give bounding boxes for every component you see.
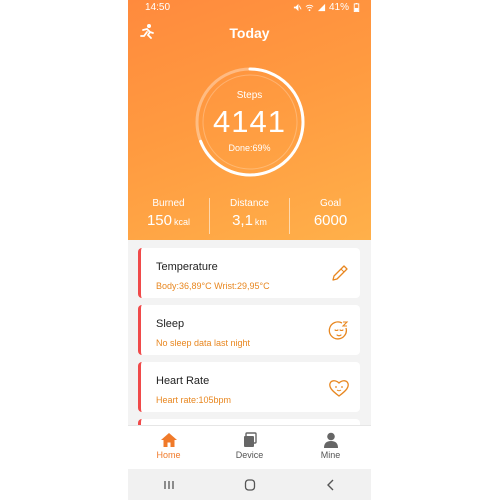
nav-home[interactable]: Home [128, 426, 209, 470]
status-icons: 41% [293, 2, 361, 13]
stat-label: Distance [230, 198, 269, 209]
recent-apps-icon[interactable] [161, 478, 177, 492]
wifi-icon [305, 4, 314, 12]
heart-icon [329, 380, 349, 397]
card-title: Heart Rate [156, 375, 210, 387]
nav-label: Mine [320, 450, 341, 460]
nav-mine[interactable]: Mine [290, 426, 371, 470]
card-subtitle: Heart rate:105bpm [156, 395, 232, 405]
system-nav-bar [128, 469, 371, 500]
nav-device[interactable]: Device [209, 426, 290, 470]
summary-header: 14:50 41% Today Steps 4141 Done:69% Burn… [128, 0, 371, 240]
card-subtitle: Body:36,89°C Wrist:29,95°C [156, 281, 270, 291]
status-time: 14:50 [145, 2, 171, 13]
mute-icon [293, 3, 302, 12]
stat-distance: Distance 3,1 km [209, 198, 290, 234]
stats-row: Burned 150 kcal Distance 3,1 km Goal 6000 [128, 198, 371, 234]
person-icon [323, 432, 338, 448]
stat-value: 6000 [313, 212, 348, 229]
home-button-icon[interactable] [242, 478, 258, 492]
bottom-nav: Home Device Mine [128, 425, 371, 470]
device-icon [243, 432, 257, 447]
card-subtitle: No sleep data last night [156, 338, 251, 348]
stat-unit: km [254, 217, 267, 227]
phone-screen: 14:50 41% Today Steps 4141 Done:69% Burn… [128, 0, 371, 500]
card-title: Sleep [156, 318, 185, 330]
stat-value: 3,1 [232, 212, 253, 229]
back-icon[interactable] [323, 478, 339, 492]
stat-label: Goal [319, 198, 342, 209]
steps-label: Steps [236, 90, 263, 101]
steps-value: 4141 [213, 104, 286, 139]
nav-label: Home [156, 450, 181, 460]
stat-unit: kcal [174, 217, 191, 227]
card-title: Temperature [156, 261, 218, 273]
stat-label: Burned [152, 198, 185, 209]
stat-burned: Burned 150 kcal [128, 198, 209, 234]
heart-rate-card[interactable]: Heart Rate Heart rate:105bpm [138, 362, 360, 412]
stat-value: 150 [146, 212, 172, 229]
nav-label: Device [235, 450, 264, 460]
page-title: Today [229, 25, 270, 41]
status-bar: 14:50 41% [128, 0, 371, 16]
divider [209, 198, 210, 234]
sleep-card[interactable]: Sleep No sleep data last night [138, 305, 360, 355]
steps-done: Done:69% [228, 143, 271, 153]
battery-icon [353, 3, 360, 12]
battery-percent: 41% [328, 2, 349, 13]
thermometer-icon [332, 265, 348, 281]
signal-icon [317, 3, 326, 12]
home-icon [160, 433, 177, 447]
sleep-face-icon [328, 321, 349, 340]
temperature-card[interactable]: Temperature Body:36,89°C Wrist:29,95°C [138, 248, 360, 298]
stat-goal: Goal 6000 [290, 198, 371, 234]
